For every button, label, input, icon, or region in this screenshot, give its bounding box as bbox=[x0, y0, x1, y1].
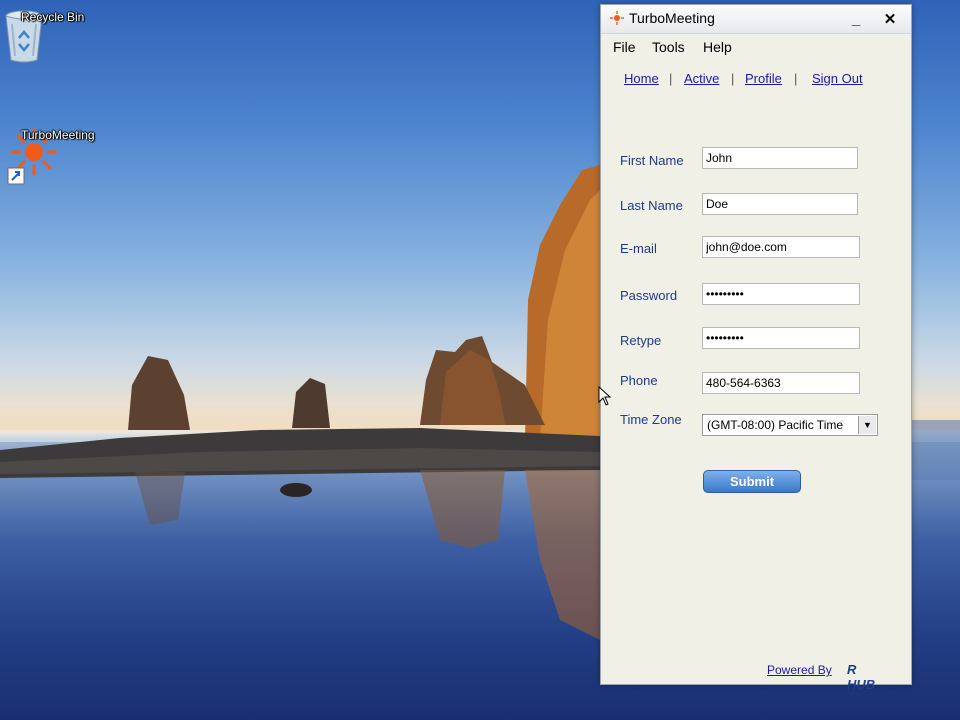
menu-help[interactable]: Help bbox=[703, 39, 732, 55]
powered-by-link[interactable]: Powered By bbox=[767, 663, 832, 677]
first-name-label: First Name bbox=[620, 153, 684, 168]
nav-home-link[interactable]: Home bbox=[624, 71, 659, 86]
minimize-button[interactable]: _ bbox=[843, 10, 869, 30]
powered-by-footer: Powered By R HUB bbox=[767, 662, 875, 692]
nav-separator: | bbox=[794, 71, 798, 86]
time-zone-label: Time Zone bbox=[620, 412, 682, 427]
turbomeeting-window: TurboMeeting _ ✕ File Tools Help Home | … bbox=[600, 4, 912, 692]
nav-links: Home | Active | Profile | Sign Out bbox=[601, 71, 911, 91]
nav-signout-link[interactable]: Sign Out bbox=[812, 71, 863, 86]
nav-active-link[interactable]: Active bbox=[684, 71, 719, 86]
menu-bar: File Tools Help bbox=[601, 33, 911, 57]
last-name-label: Last Name bbox=[620, 198, 683, 213]
nav-separator: | bbox=[669, 71, 673, 86]
password-field[interactable] bbox=[702, 283, 860, 305]
turbomeeting-label: TurboMeeting bbox=[21, 128, 95, 142]
phone-field[interactable] bbox=[702, 372, 860, 394]
password-label: Password bbox=[620, 288, 678, 303]
window-title: TurboMeeting bbox=[629, 10, 715, 26]
time-zone-value: (GMT-08:00) Pacific Time bbox=[707, 418, 844, 432]
close-button[interactable]: ✕ bbox=[877, 10, 903, 30]
retype-label: Retype bbox=[620, 333, 662, 348]
first-name-field[interactable] bbox=[702, 147, 858, 169]
submit-button[interactable]: Submit bbox=[703, 470, 801, 493]
recycle-bin-label: Recycle Bin bbox=[21, 10, 85, 24]
turbomeeting-app-icon bbox=[610, 11, 624, 25]
retype-password-field[interactable] bbox=[702, 327, 860, 349]
mouse-cursor-icon bbox=[598, 386, 612, 406]
menu-tools[interactable]: Tools bbox=[652, 39, 685, 55]
menu-file[interactable]: File bbox=[613, 39, 636, 55]
email-label: E-mail bbox=[620, 241, 657, 256]
chevron-down-icon[interactable]: ▼ bbox=[858, 416, 876, 434]
nav-profile-link[interactable]: Profile bbox=[745, 71, 782, 86]
phone-label: Phone bbox=[620, 373, 658, 388]
email-field[interactable] bbox=[702, 236, 860, 258]
last-name-field[interactable] bbox=[702, 193, 858, 215]
time-zone-select[interactable]: (GMT-08:00) Pacific Time ▼ bbox=[702, 414, 878, 436]
title-bar[interactable]: TurboMeeting _ ✕ bbox=[601, 5, 911, 34]
nav-separator: | bbox=[731, 71, 735, 86]
rhub-logo: R HUB bbox=[847, 662, 876, 692]
